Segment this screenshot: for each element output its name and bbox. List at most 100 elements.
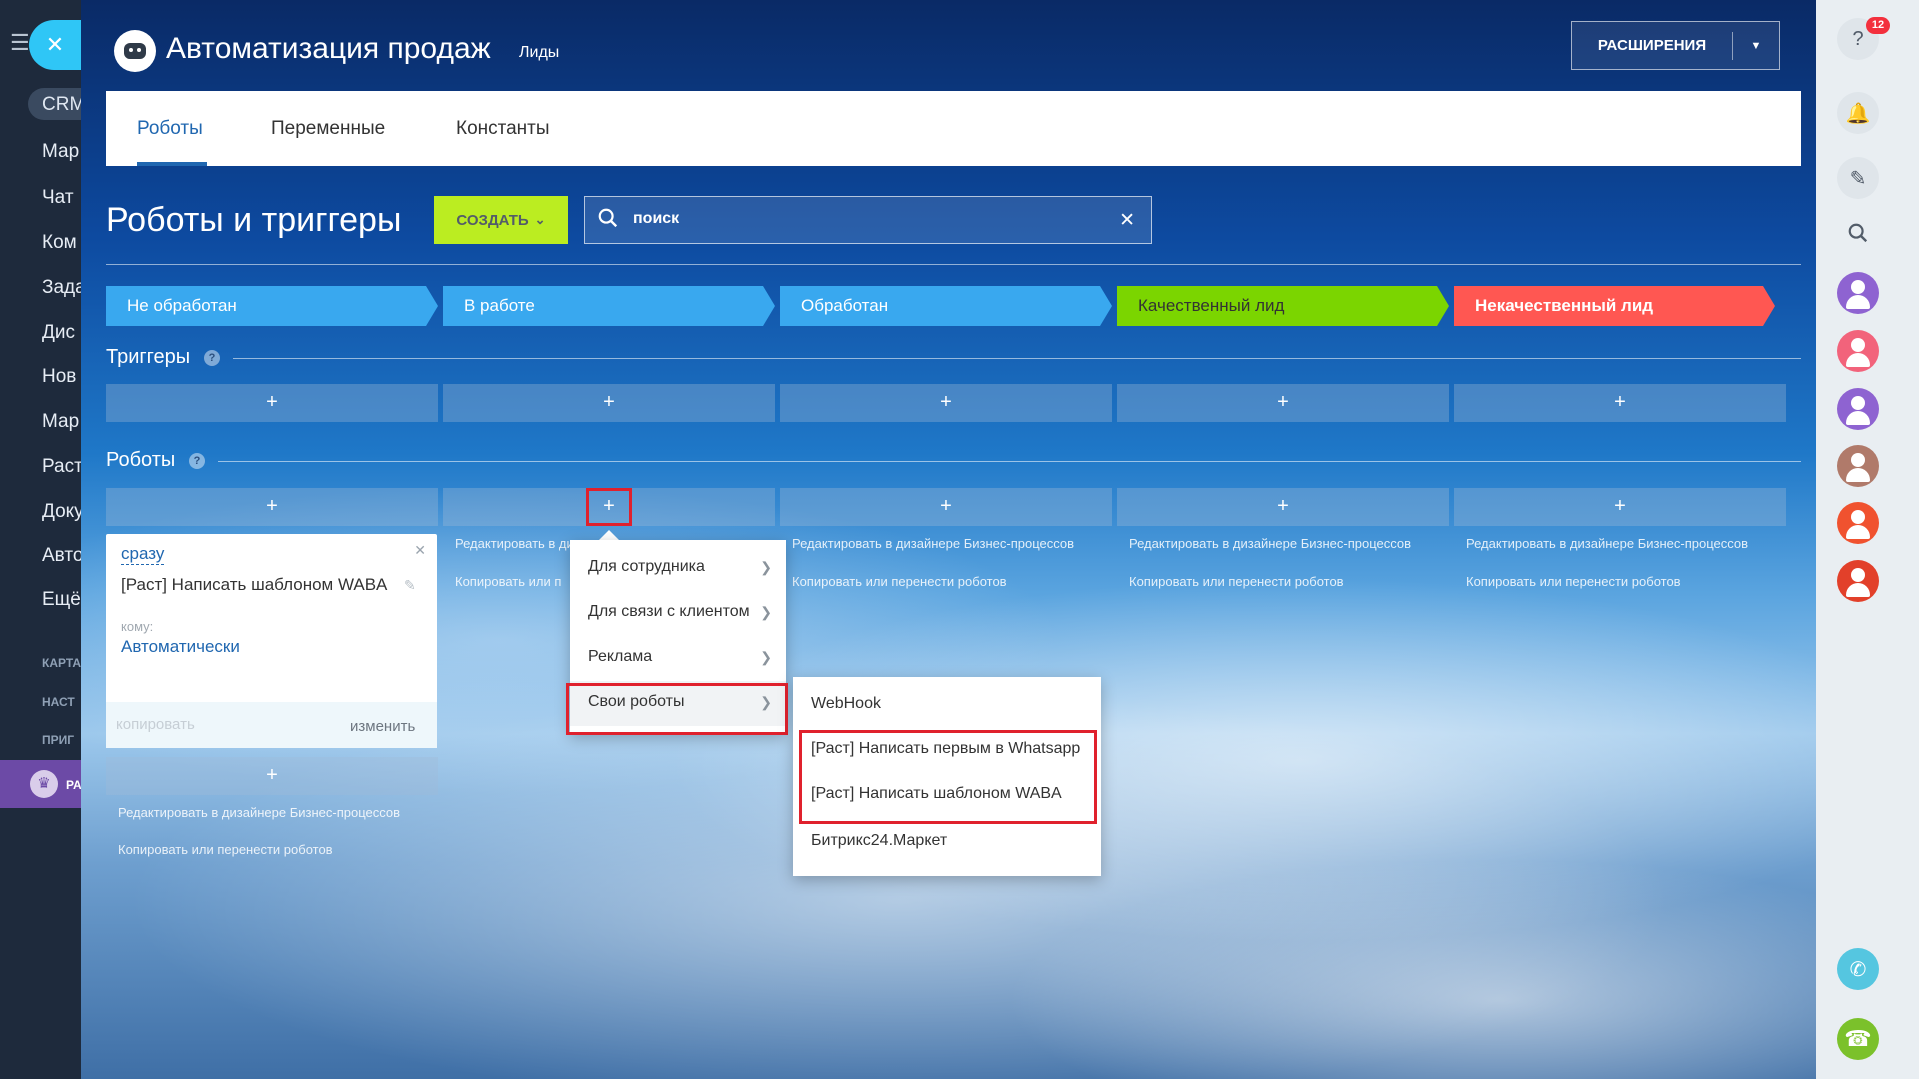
sidebar-item-4[interactable]: Зада bbox=[42, 277, 81, 299]
toolbar-divider bbox=[106, 264, 1801, 265]
stage-unqualified-lead[interactable]: Некачественный лид bbox=[1454, 286, 1775, 326]
add-trigger-button[interactable]: + bbox=[1117, 384, 1449, 422]
search-icon[interactable] bbox=[1837, 212, 1879, 254]
robot-category-menu: Для сотрудника ❯ Для связи с клиентом ❯ Ре… bbox=[570, 540, 786, 734]
chevron-right-icon: ❯ bbox=[760, 694, 772, 710]
create-label: СОЗДАТЬ bbox=[456, 211, 529, 229]
extensions-button[interactable]: РАСШИРЕНИЯ ▼ bbox=[1571, 21, 1780, 70]
copy-robot-button[interactable]: копировать bbox=[116, 716, 195, 733]
copy-robots-link[interactable]: Копировать или п bbox=[455, 574, 561, 589]
bell-icon[interactable]: 🔔 bbox=[1837, 92, 1879, 134]
sidebar-item-more[interactable]: Ещё bbox=[42, 589, 81, 611]
edit-in-designer-link[interactable]: Редактировать в ди bbox=[455, 536, 574, 551]
menu-item-write-first-whatsapp[interactable]: [Раст] Написать первым в Whatsapp bbox=[793, 728, 1101, 773]
menu-item-write-waba-template[interactable]: [Раст] Написать шаблоном WABA bbox=[793, 773, 1101, 818]
avatar[interactable] bbox=[1837, 272, 1879, 314]
menu-item-label: Для связи с клиентом bbox=[588, 603, 750, 620]
menu-item-for-employee[interactable]: Для сотрудника ❯ bbox=[570, 546, 786, 591]
help-icon[interactable]: ? bbox=[204, 350, 220, 366]
add-trigger-button[interactable]: + bbox=[1454, 384, 1786, 422]
add-robot-plus: + bbox=[586, 488, 632, 526]
avatar[interactable] bbox=[1837, 502, 1879, 544]
notification-badge: 12 bbox=[1866, 17, 1890, 34]
add-trigger-button[interactable]: + bbox=[780, 384, 1112, 422]
copy-robots-link[interactable]: Копировать или перенести роботов bbox=[1466, 574, 1681, 589]
sidebar-item-2[interactable]: Чат bbox=[42, 187, 74, 209]
menu-item-webhook[interactable]: WebHook bbox=[793, 683, 1101, 728]
menu-item-label: Для сотрудника bbox=[588, 558, 705, 575]
add-robot-button[interactable]: + bbox=[106, 757, 438, 795]
sidebar-item-3[interactable]: Ком bbox=[42, 232, 77, 254]
sidebar-item-10[interactable]: Авто bbox=[42, 545, 81, 567]
avatar[interactable] bbox=[1837, 560, 1879, 602]
avatar[interactable] bbox=[1837, 388, 1879, 430]
phone-app-icon[interactable]: ✆ bbox=[1837, 948, 1879, 990]
tab-robots[interactable]: Роботы bbox=[137, 118, 203, 140]
copy-robots-link[interactable]: Копировать или перенести роботов bbox=[118, 842, 333, 857]
add-robot-button[interactable]: + bbox=[780, 488, 1112, 526]
robot-app-icon bbox=[114, 30, 156, 72]
menu-item-client-contact[interactable]: Для связи с клиентом ❯ bbox=[570, 591, 786, 636]
close-slider-button[interactable]: ✕ bbox=[29, 20, 81, 70]
chevron-down-icon[interactable]: ▼ bbox=[1733, 40, 1779, 52]
left-sidebar: ☰ CRM Мар Чат Ком Зада Дис Нов Мар Раст … bbox=[0, 0, 81, 1079]
sidebar-item-9[interactable]: Доку bbox=[42, 501, 81, 523]
chevron-down-icon: ⌄ bbox=[534, 212, 546, 227]
stage-processed[interactable]: Обработан bbox=[780, 286, 1112, 326]
tab-constants[interactable]: Константы bbox=[456, 118, 550, 140]
sidebar-item-7[interactable]: Мар bbox=[42, 411, 79, 433]
sidebar-item-crm[interactable]: CRM bbox=[28, 88, 81, 120]
clear-search-icon[interactable]: ✕ bbox=[1119, 209, 1135, 232]
robots-divider bbox=[218, 461, 1801, 462]
copy-robots-link[interactable]: Копировать или перенести роботов bbox=[792, 574, 1007, 589]
section-title: Роботы и триггеры bbox=[106, 201, 402, 239]
extensions-label: РАСШИРЕНИЯ bbox=[1597, 37, 1707, 54]
create-button[interactable]: СОЗДАТЬ ⌄ bbox=[434, 196, 568, 244]
help-icon[interactable]: ? bbox=[189, 453, 205, 469]
stage-not-processed[interactable]: Не обработан bbox=[106, 286, 438, 326]
add-robot-button[interactable]: + bbox=[106, 488, 438, 526]
avatar[interactable] bbox=[1837, 330, 1879, 372]
menu-item-ads[interactable]: Реклама ❯ bbox=[570, 636, 786, 681]
search-value: поиск bbox=[633, 210, 680, 227]
edit-in-designer-link[interactable]: Редактировать в дизайнере Бизнес-процесс… bbox=[118, 805, 400, 820]
sidebar-section-invite[interactable]: ПРИГ bbox=[42, 733, 74, 747]
edit-in-designer-link[interactable]: Редактировать в дизайнере Бизнес-процесс… bbox=[792, 536, 1074, 551]
edit-in-designer-link[interactable]: Редактировать в дизайнере Бизнес-процесс… bbox=[1466, 536, 1748, 551]
page-title: Автоматизация продаж bbox=[166, 32, 491, 65]
close-icon[interactable]: ✕ bbox=[414, 542, 426, 559]
close-icon: ✕ bbox=[45, 32, 65, 57]
add-trigger-button[interactable]: + bbox=[443, 384, 775, 422]
tab-variables[interactable]: Переменные bbox=[271, 118, 385, 140]
sidebar-section-map[interactable]: КАРТА bbox=[42, 656, 81, 670]
robot-card[interactable]: сразу ✕ [Раст] Написать шаблоном WABA ✎ … bbox=[106, 534, 437, 748]
add-robot-button[interactable]: + bbox=[1454, 488, 1786, 526]
robot-delay-link[interactable]: сразу bbox=[121, 544, 165, 565]
sidebar-item-8[interactable]: Раст bbox=[42, 456, 81, 478]
search-input[interactable]: поиск ✕ bbox=[584, 196, 1152, 244]
sidebar-promo-label: РА bbox=[66, 778, 81, 792]
sidebar-item-6[interactable]: Нов bbox=[42, 366, 76, 388]
add-robot-button[interactable]: + bbox=[1117, 488, 1449, 526]
phone-call-icon[interactable]: ☎ bbox=[1837, 1018, 1879, 1060]
add-trigger-button[interactable]: + bbox=[106, 384, 438, 422]
stage-in-progress[interactable]: В работе bbox=[443, 286, 775, 326]
copy-robots-link[interactable]: Копировать или перенести роботов bbox=[1129, 574, 1344, 589]
menu-item-market[interactable]: Битрикс24.Маркет bbox=[793, 820, 1101, 865]
own-robots-submenu: WebHook [Раст] Написать первым в Whatsap… bbox=[793, 677, 1101, 876]
robot-to-value: Автоматически bbox=[121, 637, 240, 656]
triggers-divider bbox=[233, 358, 1801, 359]
chat-icon[interactable]: ✎ bbox=[1837, 157, 1879, 199]
pencil-icon[interactable]: ✎ bbox=[404, 577, 416, 594]
triggers-title: Триггеры bbox=[106, 346, 191, 368]
add-robot-button-highlighted[interactable]: + bbox=[443, 488, 775, 526]
menu-item-own-robots[interactable]: Свои роботы ❯ bbox=[570, 681, 786, 726]
sidebar-item-5[interactable]: Дис bbox=[42, 322, 75, 344]
edit-in-designer-link[interactable]: Редактировать в дизайнере Бизнес-процесс… bbox=[1129, 536, 1411, 551]
menu-item-label: Реклама bbox=[588, 648, 653, 665]
sidebar-section-settings[interactable]: НАСТ bbox=[42, 695, 75, 709]
avatar[interactable] bbox=[1837, 445, 1879, 487]
stage-qualified-lead[interactable]: Качественный лид bbox=[1117, 286, 1449, 326]
edit-robot-button[interactable]: изменить bbox=[350, 718, 415, 735]
sidebar-item-1[interactable]: Мар bbox=[42, 141, 79, 163]
